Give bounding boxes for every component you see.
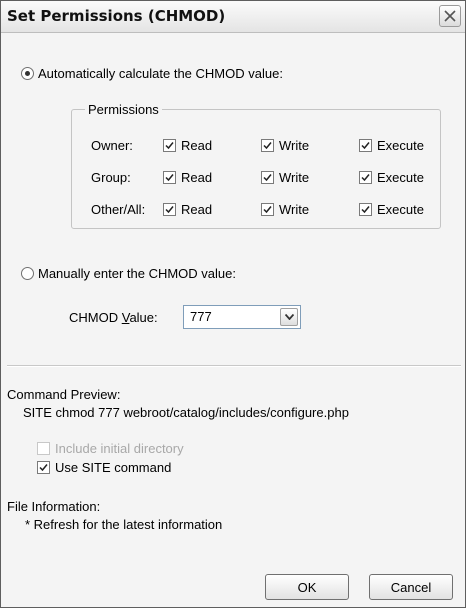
group-write-checkbox[interactable]: Write	[261, 170, 309, 185]
check-icon	[359, 171, 372, 184]
dropdown-button[interactable]	[280, 308, 298, 326]
owner-write-checkbox[interactable]: Write	[261, 138, 309, 153]
file-info-heading: File Information:	[7, 499, 101, 514]
close-icon	[444, 10, 456, 22]
dialog-title: Set Permissions (CHMOD)	[7, 7, 226, 25]
chmod-value-label: CHMOD Value:	[69, 310, 158, 325]
group-read-label: Read	[181, 170, 213, 185]
other-write-label: Write	[279, 202, 310, 217]
manual-option[interactable]: Manually enter the CHMOD value:	[21, 266, 236, 281]
other-read-label: Read	[181, 202, 213, 217]
manual-label: Manually enter the CHMOD value:	[38, 266, 236, 281]
group-execute-label: Execute	[377, 170, 424, 185]
group-label: Group:	[91, 170, 131, 185]
owner-execute-label: Execute	[377, 138, 424, 153]
chmod-value: 777	[190, 309, 212, 324]
owner-label: Owner:	[91, 138, 133, 153]
check-icon	[359, 203, 372, 216]
owner-read-label: Read	[181, 138, 213, 153]
check-icon	[261, 139, 274, 152]
other-write-checkbox[interactable]: Write	[261, 202, 309, 217]
auto-calc-label: Automatically calculate the CHMOD value:	[38, 66, 283, 81]
check-icon	[37, 461, 50, 474]
chmod-value-select[interactable]: 777	[183, 305, 301, 329]
check-icon	[163, 139, 176, 152]
include-initial-label: Include initial directory	[55, 441, 184, 456]
other-read-checkbox[interactable]: Read	[163, 202, 212, 217]
include-initial-checkbox[interactable]: Include initial directory	[37, 441, 184, 456]
group-execute-checkbox[interactable]: Execute	[359, 170, 424, 185]
command-preview-heading: Command Preview:	[7, 387, 121, 402]
group-write-label: Write	[279, 170, 310, 185]
check-icon	[359, 139, 372, 152]
group-read-checkbox[interactable]: Read	[163, 170, 212, 185]
chmod-dialog: Set Permissions (CHMOD) Automatically ca…	[0, 0, 466, 608]
owner-execute-checkbox[interactable]: Execute	[359, 138, 424, 153]
ok-button[interactable]: OK	[265, 574, 349, 600]
permissions-legend: Permissions	[85, 102, 162, 117]
cancel-button[interactable]: Cancel	[369, 574, 453, 600]
manual-radio[interactable]	[21, 267, 34, 280]
check-icon	[163, 203, 176, 216]
owner-read-checkbox[interactable]: Read	[163, 138, 212, 153]
other-execute-label: Execute	[377, 202, 424, 217]
check-icon	[163, 171, 176, 184]
check-icon	[261, 203, 274, 216]
owner-write-label: Write	[279, 138, 310, 153]
command-preview-text: SITE chmod 777 webroot/catalog/includes/…	[23, 405, 349, 420]
use-site-label: Use SITE command	[55, 460, 172, 475]
other-execute-checkbox[interactable]: Execute	[359, 202, 424, 217]
use-site-checkbox[interactable]: Use SITE command	[37, 460, 171, 475]
file-info-note: * Refresh for the latest information	[25, 517, 223, 532]
auto-calc-option[interactable]: Automatically calculate the CHMOD value:	[21, 66, 283, 81]
separator	[7, 365, 461, 367]
close-button[interactable]	[439, 5, 461, 27]
other-all-label: Other/All:	[91, 202, 146, 217]
auto-calc-radio[interactable]	[21, 67, 34, 80]
check-icon	[261, 171, 274, 184]
chevron-down-icon	[285, 314, 294, 320]
title-bar: Set Permissions (CHMOD)	[1, 1, 465, 33]
